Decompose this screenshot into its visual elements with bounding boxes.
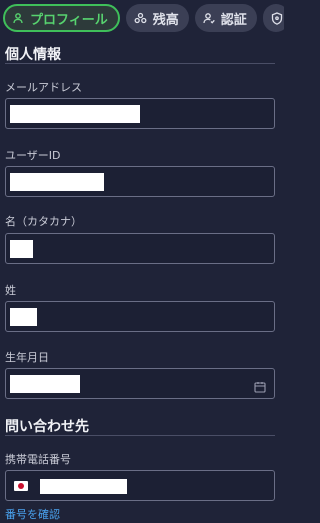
lastname-label: 姓	[5, 284, 16, 297]
firstname-value-redacted	[10, 240, 33, 258]
birthdate-value-redacted	[10, 375, 80, 393]
japan-flag-icon[interactable]	[14, 481, 28, 491]
userid-field[interactable]	[5, 166, 275, 197]
tab-profile[interactable]: プロフィール	[3, 4, 120, 32]
tab-profile-label: プロフィール	[30, 12, 108, 28]
tab-balance[interactable]: 残高	[125, 4, 189, 32]
tab-verification-label: 認証	[220, 12, 247, 28]
userid-value-redacted	[10, 173, 104, 191]
userid-label: ユーザーID	[5, 149, 61, 162]
shield-icon	[271, 11, 283, 25]
lastname-field[interactable]	[5, 301, 275, 332]
calendar-icon[interactable]	[254, 378, 266, 397]
birthdate-label: 生年月日	[5, 351, 49, 364]
firstname-label: 名（カタカナ）	[5, 215, 82, 228]
email-field[interactable]	[5, 98, 275, 129]
tab-verification[interactable]: 認証	[194, 4, 257, 32]
email-value-redacted	[10, 105, 140, 123]
user-check-icon	[203, 12, 215, 24]
coins-icon	[134, 12, 147, 24]
firstname-field[interactable]	[5, 233, 275, 264]
user-icon	[12, 12, 24, 24]
email-label: メールアドレス	[5, 81, 82, 94]
tab-balance-label: 残高	[152, 12, 179, 28]
verify-number-link[interactable]: 番号を確認	[5, 506, 60, 522]
birthdate-field[interactable]	[5, 368, 275, 399]
section-divider	[5, 63, 275, 64]
contact-title: 問い合わせ先	[5, 419, 89, 435]
personal-info-title: 個人情報	[5, 47, 61, 63]
phone-label: 携帯電話番号	[5, 453, 71, 466]
tab-bar: プロフィール 残高 認証	[3, 4, 284, 34]
section-divider	[5, 435, 275, 436]
phone-value-redacted	[40, 479, 127, 494]
phone-field[interactable]	[5, 470, 275, 501]
lastname-value-redacted	[10, 308, 37, 326]
tab-security[interactable]	[262, 4, 284, 32]
